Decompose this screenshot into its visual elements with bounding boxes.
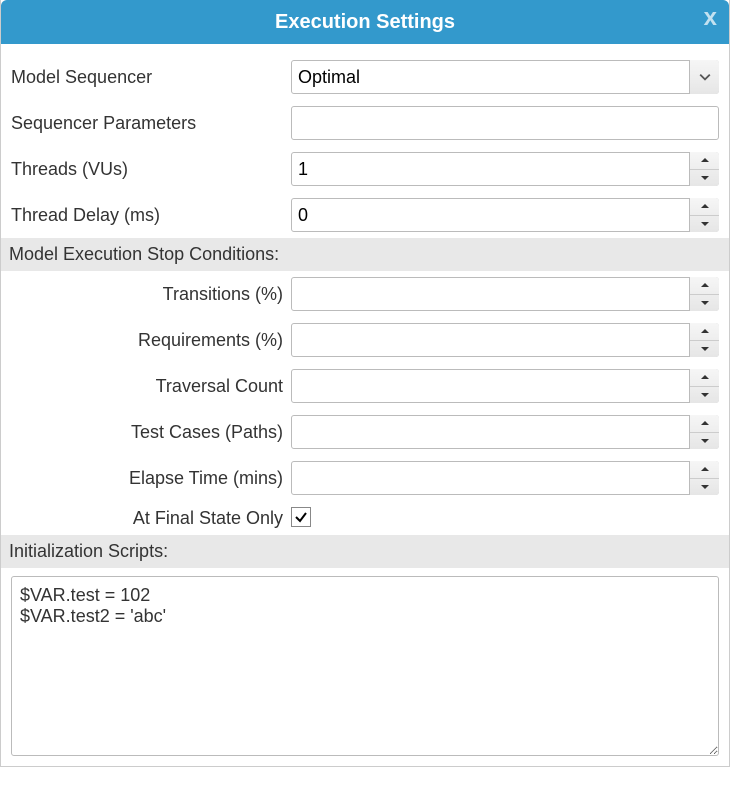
row-at-final-state: At Final State Only (1, 501, 729, 535)
stop-conditions-header: Model Execution Stop Conditions: (1, 238, 729, 271)
threads-label: Threads (VUs) (11, 159, 291, 180)
thread-delay-label: Thread Delay (ms) (11, 205, 291, 226)
init-scripts-textarea[interactable] (11, 576, 719, 756)
sequencer-params-input[interactable] (291, 106, 719, 140)
row-requirements: Requirements (%) (1, 317, 729, 363)
transitions-input[interactable] (291, 277, 719, 311)
row-transitions: Transitions (%) (1, 271, 729, 317)
requirements-input[interactable] (291, 323, 719, 357)
elapse-time-input[interactable] (291, 461, 719, 495)
thread-delay-input[interactable] (291, 198, 719, 232)
at-final-state-checkbox[interactable] (291, 507, 311, 527)
row-thread-delay: Thread Delay (ms) (1, 192, 729, 238)
sequencer-params-label: Sequencer Parameters (11, 113, 291, 134)
model-sequencer-label: Model Sequencer (11, 67, 291, 88)
test-cases-input[interactable] (291, 415, 719, 449)
dialog-title: Execution Settings (275, 11, 455, 34)
traversal-count-input[interactable] (291, 369, 719, 403)
check-icon (294, 510, 308, 524)
row-threads: Threads (VUs) (1, 146, 729, 192)
transitions-label: Transitions (%) (11, 284, 291, 305)
row-traversal-count: Traversal Count (1, 363, 729, 409)
row-test-cases: Test Cases (Paths) (1, 409, 729, 455)
traversal-count-label: Traversal Count (11, 376, 291, 397)
requirements-label: Requirements (%) (11, 330, 291, 351)
close-button[interactable]: x (704, 6, 717, 30)
row-elapse-time: Elapse Time (mins) (1, 455, 729, 501)
at-final-state-label: At Final State Only (11, 508, 291, 529)
init-scripts-header: Initialization Scripts: (1, 535, 729, 568)
test-cases-label: Test Cases (Paths) (11, 422, 291, 443)
model-sequencer-select[interactable]: Optimal (291, 60, 719, 94)
titlebar: Execution Settings x (1, 0, 729, 44)
row-sequencer-params: Sequencer Parameters (1, 100, 729, 146)
execution-settings-dialog: Execution Settings x Model Sequencer Opt… (0, 0, 730, 767)
dialog-body: Model Sequencer Optimal Sequencer Parame… (1, 44, 729, 756)
elapse-time-label: Elapse Time (mins) (11, 468, 291, 489)
row-model-sequencer: Model Sequencer Optimal (1, 54, 729, 100)
threads-input[interactable] (291, 152, 719, 186)
